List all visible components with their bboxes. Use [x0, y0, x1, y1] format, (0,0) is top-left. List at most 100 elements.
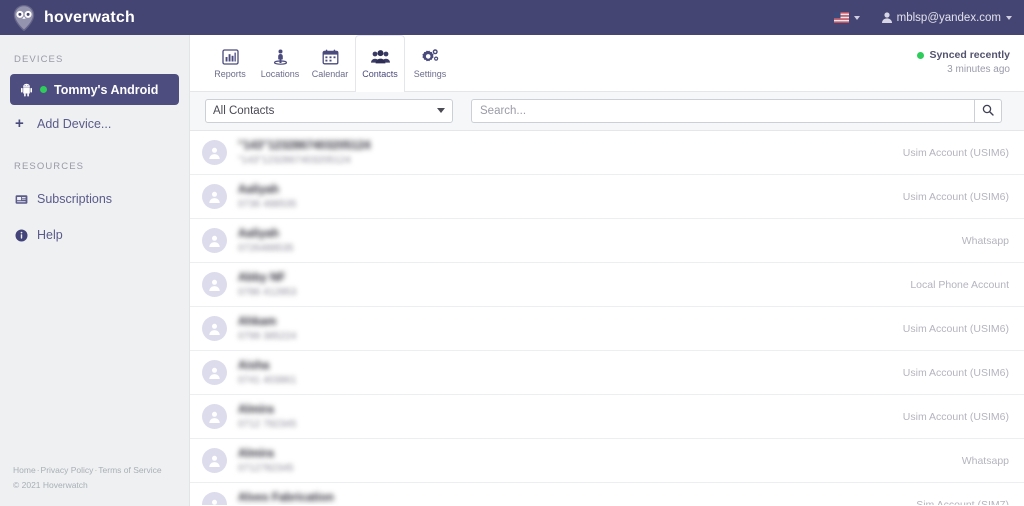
topbar-right-group: mblsp@yandex.com: [833, 11, 1012, 24]
calendar-icon: [322, 49, 339, 65]
add-device-button[interactable]: + Add Device...: [0, 105, 189, 142]
subscriptions-label: Subscriptions: [37, 192, 113, 206]
contact-list[interactable]: "143"1232867403205124 "143"12328674032051…: [190, 131, 1024, 505]
sync-status: Synced recently 3 minutes ago: [917, 49, 1010, 75]
contact-row[interactable]: Almira 0712782345 Whatsapp: [190, 439, 1024, 483]
footer-link-terms-of-service[interactable]: Terms of Service: [98, 465, 161, 475]
contacts-filter-select[interactable]: All Contacts: [205, 99, 453, 123]
contact-text: Abby NF 0786 412853: [238, 271, 898, 298]
sidebar-item-subscriptions[interactable]: Subscriptions: [0, 181, 189, 217]
footer-copyright: © 2021 Hoverwatch: [13, 480, 88, 491]
contact-text: Aisha 0741 403861: [238, 359, 891, 386]
contact-phone: 0786 412853: [238, 287, 297, 299]
tab-label-settings: Settings: [413, 68, 447, 79]
contact-text: Aaliyah 0736 488535: [238, 183, 891, 210]
contact-name: Aisha: [238, 359, 270, 372]
footer-link-home[interactable]: Home: [13, 465, 36, 475]
avatar: [202, 316, 227, 341]
contact-name: Abby NF: [238, 271, 286, 284]
contact-name: Alves Fabrication: [238, 491, 334, 504]
tab-strip: Reports Locations Calendar Contacts Sett…: [190, 35, 1024, 92]
avatar: [202, 448, 227, 473]
tab-calendar[interactable]: Calendar: [305, 35, 355, 91]
bar-chart-icon: [221, 48, 239, 65]
contact-name: Aaliyah: [238, 183, 279, 196]
sync-status-text: Synced recently: [929, 49, 1010, 61]
search-input[interactable]: [471, 99, 974, 123]
account-menu[interactable]: mblsp@yandex.com: [881, 11, 1012, 24]
sidebar-item-help[interactable]: Help: [0, 217, 189, 253]
top-header-bar: hoverwatch mblsp@yandex.com: [0, 0, 1024, 35]
tab-label-calendar: Calendar: [311, 68, 349, 79]
sidebar: DEVICES Tommy's Android + Add Device... …: [0, 35, 190, 506]
add-device-label: Add Device...: [37, 116, 112, 131]
contact-phone: 0799 385224: [238, 331, 297, 343]
sidebar-item-device[interactable]: Tommy's Android: [10, 74, 179, 105]
contact-name: Ahkam: [238, 315, 277, 328]
contact-phone: 0726488535: [238, 243, 294, 255]
sync-status-dot: [917, 51, 925, 59]
footer-link-privacy-policy[interactable]: Privacy Policy: [41, 465, 94, 475]
sync-timestamp: 3 minutes ago: [947, 64, 1010, 75]
device-name: Tommy's Android: [54, 82, 159, 97]
person-icon: [881, 12, 892, 23]
chevron-down-icon: [1006, 15, 1012, 20]
contact-account: Sim Account (SIM7): [916, 498, 1009, 506]
contact-account: Usim Account (USIM6): [902, 322, 1009, 335]
contact-row[interactable]: "143"1232867403205124 "143"12328674032051…: [190, 131, 1024, 175]
contact-phone: 0741 403861: [238, 375, 297, 387]
contact-phone: 0712 782345: [238, 419, 297, 431]
account-email: mblsp@yandex.com: [896, 11, 1001, 24]
tab-label-locations: Locations: [260, 68, 300, 79]
tab-label-reports: Reports: [214, 68, 246, 79]
tab-contacts[interactable]: Contacts: [355, 35, 405, 92]
brand-name: hoverwatch: [44, 8, 135, 26]
help-label: Help: [37, 228, 63, 242]
contacts-filter-wrap: All Contacts: [205, 99, 453, 123]
avatar: [202, 492, 227, 505]
tab-reports[interactable]: Reports: [205, 35, 255, 91]
resources-heading: RESOURCES: [14, 161, 85, 172]
contact-phone: 0712782345: [238, 463, 294, 475]
contact-text: Almira 0712 782345: [238, 403, 891, 430]
tab-label-contacts: Contacts: [362, 68, 398, 79]
tab-locations[interactable]: Locations: [255, 35, 305, 91]
contact-row[interactable]: Aaliyah 0736 488535 Usim Account (USIM6): [190, 175, 1024, 219]
contact-row[interactable]: Ahkam 0799 385224 Usim Account (USIM6): [190, 307, 1024, 351]
contact-text: Almira 0712782345: [238, 447, 950, 474]
gears-icon: [421, 48, 439, 65]
contact-account: Usim Account (USIM6): [902, 410, 1009, 423]
contact-row[interactable]: Almira 0712 782345 Usim Account (USIM6): [190, 395, 1024, 439]
android-icon: [20, 83, 33, 97]
subscriptions-icon: [15, 193, 28, 206]
contact-account: Whatsapp: [961, 454, 1009, 467]
contact-account: Local Phone Account: [910, 278, 1009, 291]
contact-row[interactable]: Abby NF 0786 412853 Local Phone Account: [190, 263, 1024, 307]
search-button[interactable]: [974, 99, 1002, 123]
contact-text: "143"1232867403205124 "143"12328674032051…: [238, 139, 891, 166]
plus-icon: +: [15, 115, 24, 132]
language-selector[interactable]: [833, 12, 860, 23]
contact-phone: "143"1232867403205124: [238, 155, 351, 167]
contact-row[interactable]: Aaliyah 0726488535 Whatsapp: [190, 219, 1024, 263]
avatar: [202, 140, 227, 165]
avatar: [202, 184, 227, 209]
search-icon: [982, 104, 994, 119]
contact-row[interactable]: Aisha 0741 403861 Usim Account (USIM6): [190, 351, 1024, 395]
brand-logo[interactable]: hoverwatch: [13, 4, 135, 31]
device-online-dot: [40, 86, 47, 93]
avatar: [202, 404, 227, 429]
avatar: [202, 228, 227, 253]
us-flag-icon: [833, 12, 849, 23]
chevron-down-icon: [853, 15, 860, 20]
sidebar-footer: Home·Privacy Policy·Terms of Service © 2…: [13, 463, 162, 494]
devices-heading: DEVICES: [14, 54, 64, 65]
contact-account: Usim Account (USIM6): [902, 146, 1009, 159]
contact-text: Aaliyah 0726488535: [238, 227, 950, 254]
contact-name: Aaliyah: [238, 227, 279, 240]
contact-text: Ahkam 0799 385224: [238, 315, 891, 342]
info-icon: [15, 229, 28, 242]
contact-row[interactable]: Alves Fabrication0788 221340 Sim Account …: [190, 483, 1024, 505]
contact-account: Usim Account (USIM6): [902, 366, 1009, 379]
tab-settings[interactable]: Settings: [405, 35, 455, 91]
